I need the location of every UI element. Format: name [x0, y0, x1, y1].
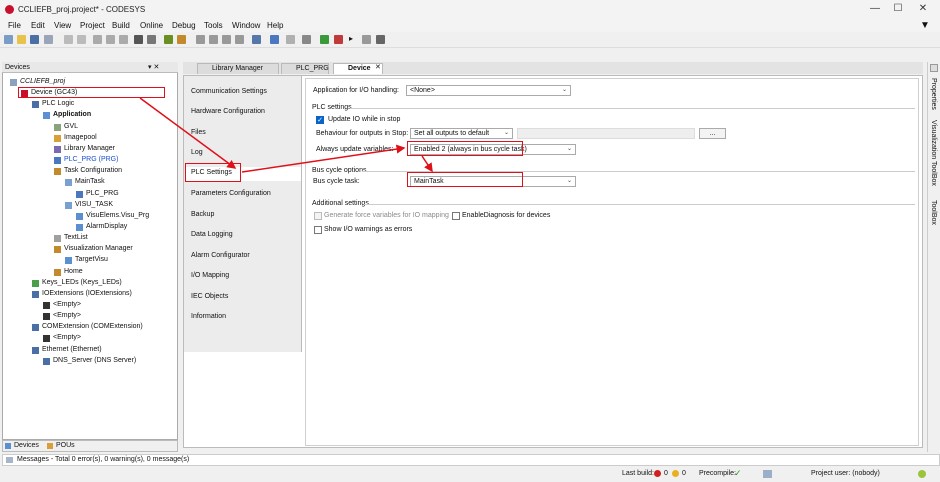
arrow-plc-settings-to-always-update	[241, 144, 406, 173]
annotation-arrows	[139, 97, 433, 173]
error-count: 0	[664, 470, 668, 477]
messages-text: Messages - Total 0 error(s), 0 warning(s…	[17, 456, 190, 463]
online-status-icon	[763, 470, 772, 478]
error-icon	[654, 470, 661, 477]
arrow-device-to-plc-settings	[139, 97, 237, 169]
toolbox-menu-icon[interactable]	[930, 64, 938, 72]
toolbox-tab[interactable]: ToolBox	[930, 200, 937, 225]
status-indicator-icon	[918, 470, 926, 478]
last-build-label: Last build:	[622, 470, 654, 477]
properties-tab[interactable]: Properties	[930, 78, 937, 110]
visualization-toolbox-tab[interactable]: Visualization ToolBox	[930, 120, 937, 186]
status-bar: Last build: 0 0 Precompile: ✓ Project us…	[0, 468, 940, 482]
precompile-label: Precompile:	[699, 470, 736, 477]
warning-icon	[672, 470, 679, 477]
messages-icon	[6, 457, 13, 463]
project-user: Project user: (nobody)	[811, 470, 880, 477]
arrow-always-update-to-bus-cycle	[421, 155, 433, 173]
warning-count: 0	[682, 470, 686, 477]
right-toolbox: Properties Visualization ToolBox ToolBox	[927, 62, 939, 452]
precompile-ok-icon: ✓	[734, 468, 742, 478]
messages-bar[interactable]: Messages - Total 0 error(s), 0 warning(s…	[2, 454, 940, 466]
